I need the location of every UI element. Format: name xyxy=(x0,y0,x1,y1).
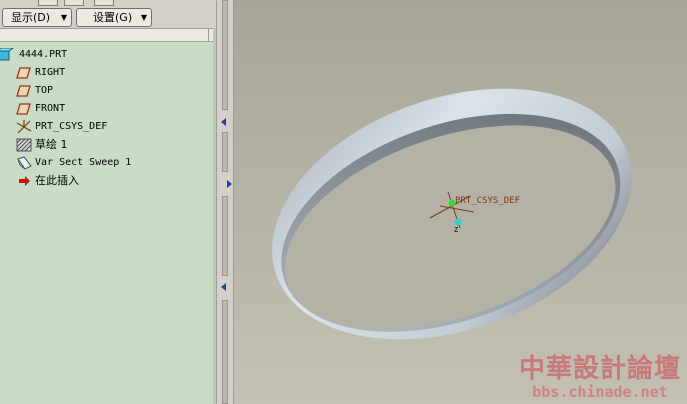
tree-item-label: RIGHT xyxy=(35,67,66,78)
collapse-left-arrow-icon[interactable] xyxy=(221,283,226,291)
splitter-rail xyxy=(222,196,228,276)
tree-item-label: 在此插入 xyxy=(35,174,79,187)
watermark-title: 中華設計論壇 xyxy=(518,354,681,384)
dropdown-arrow-icon: ▼ xyxy=(140,13,147,22)
model-tree-toolbar: 显示(D) ▼ 设置(G) ▼ xyxy=(0,6,216,28)
tree-root-part[interactable]: 4444.PRT xyxy=(0,46,67,63)
collapse-left-arrow-icon[interactable] xyxy=(221,118,226,126)
tree-item-label: FRONT xyxy=(35,103,66,114)
tree-item-right[interactable]: RIGHT xyxy=(16,64,65,81)
z-axis-label: Z xyxy=(454,226,458,234)
tree-item-label: PRT_CSYS_DEF xyxy=(35,121,108,132)
watermark-url: bbs.chinade.net xyxy=(532,383,668,401)
graphics-viewport[interactable]: Z PRT_CSYS_DEF 中華設計論壇 bbs.chinade.net xyxy=(234,0,687,404)
column-separator[interactable] xyxy=(208,29,209,41)
expand-right-arrow-icon[interactable] xyxy=(227,180,232,188)
splitter-rail xyxy=(222,132,228,172)
tree-root-label: 4444.PRT xyxy=(19,49,68,60)
model-tree-panel: 显示(D) ▼ 设置(G) ▼ 4444.PRT RIGHT TOP FRONT xyxy=(0,0,216,404)
dropdown-arrow-icon: ▼ xyxy=(60,13,67,22)
tree-item-var-sect-sweep[interactable]: Var Sect Sweep 1 xyxy=(16,154,131,171)
settings-menu-button[interactable]: 设置(G) ▼ xyxy=(76,8,152,27)
show-menu-label: 显示(D) xyxy=(11,11,51,24)
coordinate-system-icon xyxy=(16,119,32,133)
csys-tag: PRT_CSYS_DEF xyxy=(455,196,521,206)
tree-item-csys[interactable]: PRT_CSYS_DEF xyxy=(16,118,107,135)
datum-plane-icon xyxy=(16,66,31,79)
splitter-rail xyxy=(222,0,228,110)
show-menu-button[interactable]: 显示(D) ▼ xyxy=(2,8,72,27)
tree-item-label: Var Sect Sweep 1 xyxy=(35,157,132,168)
tree-column-header xyxy=(0,28,213,42)
sketch-icon xyxy=(16,138,32,151)
datum-plane-icon xyxy=(16,84,31,97)
tree-item-sketch[interactable]: 草绘 1 xyxy=(16,136,68,153)
forum-watermark: 中華設計論壇 bbs.chinade.net xyxy=(519,354,681,400)
tree-item-top[interactable]: TOP xyxy=(16,82,53,99)
sweep-ring-body xyxy=(272,88,632,340)
tree-item-insert-here[interactable]: 在此插入 xyxy=(16,172,79,189)
sweep-feature-icon xyxy=(17,155,32,170)
splitter-rail xyxy=(222,300,228,404)
panel-splitter[interactable] xyxy=(216,0,234,404)
insert-here-arrow-icon xyxy=(19,175,30,186)
tree-item-label: 草绘 1 xyxy=(35,138,68,151)
tree-item-front[interactable]: FRONT xyxy=(16,100,65,117)
tree-item-label: TOP xyxy=(35,85,54,96)
datum-plane-icon xyxy=(16,102,31,115)
settings-menu-label: 设置(G) xyxy=(93,11,133,24)
part-icon xyxy=(0,47,14,60)
